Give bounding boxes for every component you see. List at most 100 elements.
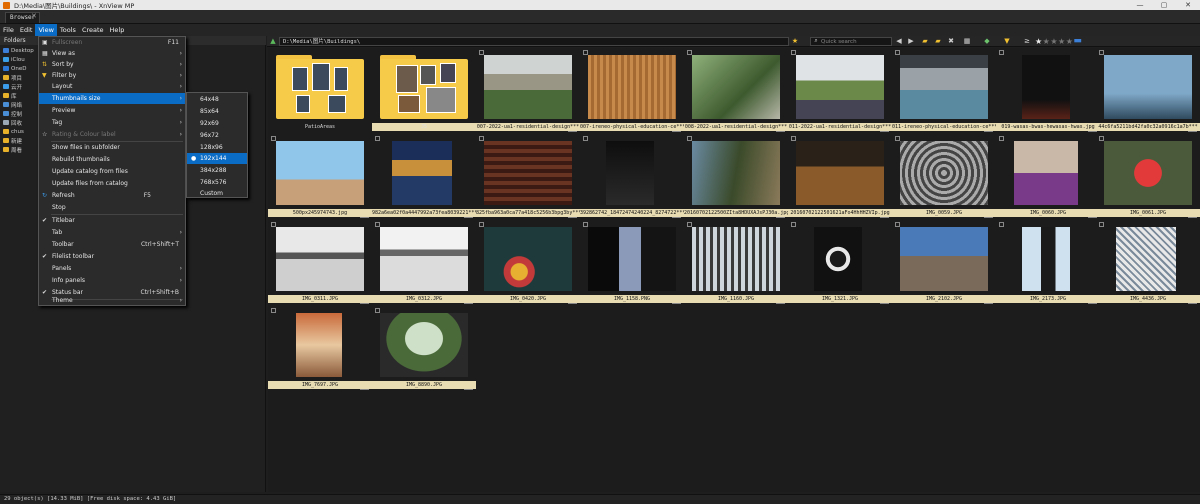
select-checkbox[interactable] (999, 50, 1004, 55)
thumbnail[interactable]: 007-2022-ua1-residential-design*** (476, 48, 580, 133)
menu-file[interactable]: File (0, 24, 17, 36)
star-icon[interactable]: ★ (1035, 36, 1042, 47)
back-icon[interactable]: ◀ (895, 37, 903, 45)
path-input[interactable]: D:\Media\图片\Buildings\ (279, 37, 789, 46)
thumbnail[interactable]: IMG_1158.PNG (580, 220, 684, 305)
tag-icon[interactable]: ◆ (983, 37, 991, 45)
thumbnail[interactable]: 20160702122501621aFo4HhHHZVIp.jpg (788, 134, 892, 219)
star-icon[interactable]: ★ (1050, 36, 1057, 47)
thumbnail[interactable]: 011-2022-ua1-residential-design*** (788, 48, 892, 133)
menu-item-sort-by[interactable]: ⇅ Sort by › (39, 59, 185, 70)
view-mode-icon[interactable]: ▦ (963, 37, 971, 45)
menu-item-filter-by[interactable]: ▼ Filter by › (39, 70, 185, 81)
rating-filter[interactable]: ★ ★ ★ ★ ★ ▬ (1035, 36, 1082, 47)
menu-item-theme[interactable]: Theme › (39, 295, 185, 306)
menu-item-toolbar[interactable]: Toolbar Ctrl+Shift+T (39, 239, 185, 250)
greater-equal-icon[interactable]: ≥ (1023, 37, 1031, 45)
thumbnail[interactable]: IMG_1160.JPG (684, 220, 788, 305)
thumbnail[interactable]: IMG_0311.JPG (268, 220, 372, 305)
select-checkbox[interactable] (271, 308, 276, 313)
thumbnail[interactable]: 500px245974743.jpg (268, 134, 372, 219)
select-checkbox[interactable] (1099, 222, 1104, 227)
thumbsize-option[interactable]: 768x576 (187, 177, 247, 188)
menu-item-tab[interactable]: Tab › (39, 227, 185, 238)
thumbnail-folder[interactable]: PatioAreas (268, 48, 372, 133)
minimize-button[interactable]: — (1128, 0, 1152, 10)
thumbnail[interactable]: 44c6fa5211bd42fa0c32a0916c1a7b*** (1096, 48, 1200, 133)
thumbnail-folder[interactable]: J5 (372, 48, 476, 133)
menu-item-show-files-in-subfolder[interactable]: Show files in subfolder (39, 142, 185, 153)
menu-item-filelist-toolbar[interactable]: ✔ Filelist toolbar (39, 251, 185, 262)
star-icon[interactable]: ★ (1058, 36, 1065, 47)
thumbnail[interactable]: 982a6ea02f0a4447992a73fea8039221*** (372, 134, 476, 219)
thumbsize-option[interactable]: Custom (187, 188, 247, 199)
menu-item-thumbnails-size[interactable]: Thumbnails size › (39, 93, 185, 104)
menu-view[interactable]: View (35, 24, 57, 36)
thumbsize-option[interactable]: 384x288 (187, 165, 247, 176)
menu-item-label: Rating & Colour label (52, 131, 116, 138)
select-checkbox[interactable] (791, 222, 796, 227)
thumbsize-option-selected[interactable]: ● 192x144 (187, 153, 247, 164)
menu-item-update-catalog-from-files[interactable]: Update catalog from files (39, 166, 185, 177)
select-checkbox[interactable] (999, 222, 1004, 227)
menu-item-layout[interactable]: Layout › (39, 81, 185, 92)
menu-item-rating-colour-label[interactable]: ☆ Rating & Colour label › (39, 129, 185, 140)
thumbnail[interactable]: IMG_8890.JPG (372, 306, 476, 391)
thumbnail[interactable]: 019-wasas-bwas-hewasas-hwas.jpg (996, 48, 1100, 133)
thumbnail[interactable]: 007-ireneo-physical-education-ce*** (580, 48, 684, 133)
menu-item-titlebar[interactable]: ✔ Titlebar (39, 215, 185, 226)
thumbsize-option[interactable]: 85x64 (187, 106, 247, 117)
menu-item-preview[interactable]: Preview › (39, 105, 185, 116)
menu-item-refresh[interactable]: ↻ Refresh F5 (39, 190, 185, 201)
menu-tools[interactable]: Tools (57, 24, 79, 36)
thumbsize-option[interactable]: 128x96 (187, 142, 247, 153)
tab-close-icon[interactable]: ✕ (31, 12, 37, 20)
thumbnail[interactable]: IMG_0312.JPG (372, 220, 476, 305)
thumbnail[interactable]: 008-2022-ua1-residential-design*** (684, 48, 788, 133)
thumbsize-option[interactable]: 92x69 (187, 118, 247, 129)
star-icon[interactable]: ★ (1066, 36, 1073, 47)
thumbnail[interactable]: IMG_2173.JPG (996, 220, 1100, 305)
thumbnail[interactable]: IMG_2102.JPG (892, 220, 996, 305)
select-checkbox[interactable] (583, 136, 588, 141)
thumbnail[interactable]: 825fba963a0ca77a418c5256b3bpg3by*** (476, 134, 580, 219)
up-arrow-icon[interactable]: ▲ (269, 37, 277, 45)
close-window-button[interactable]: ✕ (1176, 0, 1200, 10)
thumbnail[interactable]: 20160702122500ZIta8HDUXAJsPJ30a.jpg (684, 134, 788, 219)
thumbsize-option[interactable]: 64x48 (187, 94, 247, 105)
forward-icon[interactable]: ▶ (907, 37, 915, 45)
thumbsize-option[interactable]: 96x72 (187, 130, 247, 141)
thumbnail[interactable]: IMG_4436.JPG (1096, 220, 1200, 305)
thumbnail[interactable]: IMG_0060.JPG (996, 134, 1100, 219)
move-icon[interactable]: ▰ (934, 37, 942, 45)
menu-item-view-as[interactable]: ▦ View as › (39, 48, 185, 59)
thumbnail[interactable]: 392862742_18472474240224_8274722*** (580, 134, 684, 219)
favorite-star-icon[interactable]: ★ (791, 37, 799, 45)
delete-icon[interactable]: ✖ (947, 37, 955, 45)
menu-item-stop[interactable]: Stop (39, 202, 185, 213)
folder-open-icon[interactable]: ▰ (921, 37, 929, 45)
star-icon[interactable]: ★ (1043, 36, 1050, 47)
select-checkbox[interactable] (999, 136, 1004, 141)
submenu-arrow-icon: › (179, 277, 182, 284)
menu-item-fullscreen[interactable]: ▣ Fullscreen F11 (39, 37, 185, 48)
quick-search-input[interactable]: Quick search (810, 37, 892, 46)
thumbnail[interactable]: IMG_0420.JPG (476, 220, 580, 305)
menu-create[interactable]: Create (79, 24, 107, 36)
menu-item-info-panels[interactable]: Info panels › (39, 275, 185, 286)
menu-item-update-files-from-catalog[interactable]: Update files from catalog (39, 178, 185, 189)
thumbnail[interactable]: IMG_7697.JPG (268, 306, 372, 391)
thumbnail[interactable]: IMG_0059.JPG (892, 134, 996, 219)
menu-edit[interactable]: Edit (17, 24, 36, 36)
thumbnail[interactable]: IMG_0061.JPG (1096, 134, 1200, 219)
menu-help[interactable]: Help (107, 24, 128, 36)
color-label-icon[interactable]: ▬ (1073, 36, 1082, 47)
thumbnail[interactable]: 011-ireneo-physical-education-ce*** (892, 48, 996, 133)
menu-item-rebuild-thumbnails[interactable]: Rebuild thumbnails (39, 154, 185, 165)
maximize-button[interactable]: ▢ (1152, 0, 1176, 10)
thumbnail[interactable]: IMG_1321.JPG (788, 220, 892, 305)
menu-item-panels[interactable]: Panels › (39, 263, 185, 274)
menu-item-tag[interactable]: Tag › (39, 117, 185, 128)
filter-icon[interactable]: ▼ (1003, 37, 1011, 45)
select-checkbox[interactable] (375, 136, 380, 141)
